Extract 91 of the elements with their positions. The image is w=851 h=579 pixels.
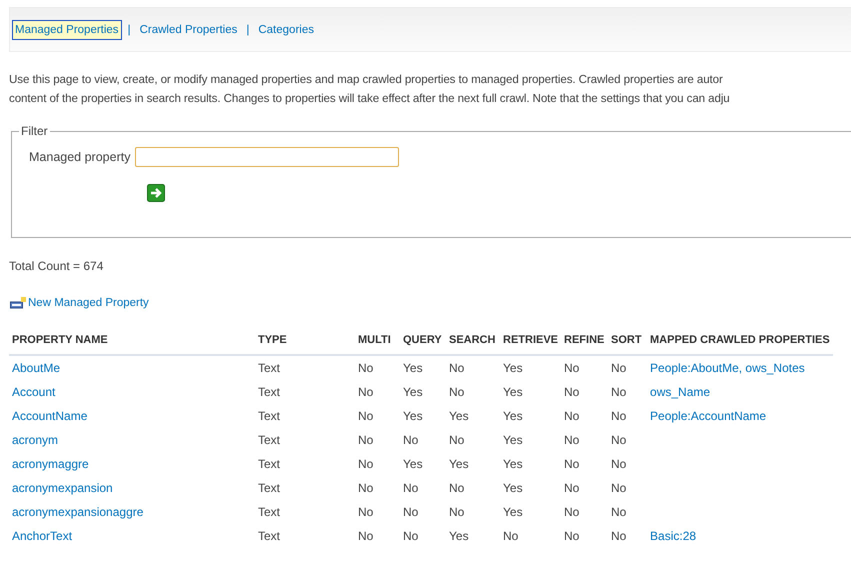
separator: | (246, 24, 250, 36)
table-cell: No (564, 409, 580, 423)
table-cell: No (449, 481, 464, 495)
table-cell: Text (258, 361, 280, 375)
description-text: content of the properties in search results. Changes to properties will take effect after the next full crawl. Note that the settings that you can adju (9, 91, 731, 107)
separator: | (128, 24, 131, 36)
table-cell: Yes (503, 409, 523, 423)
property-link[interactable]: AboutMe (12, 361, 60, 375)
table-cell: No (611, 505, 626, 519)
property-link[interactable]: AccountName (12, 409, 88, 423)
table-cell: Yes (449, 409, 469, 423)
table-cell: Yes (403, 457, 423, 471)
input-field[interactable] (135, 147, 400, 167)
table-cell: No (564, 529, 580, 543)
table-cell: No (358, 361, 374, 375)
table-cell: Yes (403, 385, 423, 399)
column-header: MAPPED CRAWLED PROPERTIES (647, 334, 833, 355)
table-cell: Yes (503, 457, 523, 471)
table-cell: No (403, 505, 418, 519)
new-property-link[interactable]: New Managed Property (10, 297, 149, 309)
description-text: Use this page to view, create, or modify managed properties and map crawled properties to managed properties. Crawled properties are autor (9, 72, 724, 88)
column-header: SORT (608, 334, 648, 355)
table-cell: No (611, 409, 626, 423)
column-header: SEARCH (446, 334, 500, 355)
table-cell: Text (258, 457, 280, 471)
nav-link[interactable]: Managed Properties (12, 20, 122, 40)
table-cell: No (564, 457, 580, 471)
table-cell: No (358, 481, 374, 495)
table-cell: Text (258, 385, 280, 399)
table-cell: No (564, 505, 580, 519)
field-label: Managed property (29, 150, 130, 164)
property-link[interactable]: acronymexpansionaggre (12, 505, 144, 519)
table-cell: No (449, 361, 464, 375)
table-cell: No (449, 433, 464, 447)
table-cell: No (358, 433, 374, 447)
table-cell: Text (258, 481, 280, 495)
property-link[interactable]: AnchorText (12, 529, 72, 543)
table-cell: No (611, 529, 626, 543)
table-cell: No (611, 433, 626, 447)
table-cell: Yes (449, 457, 469, 471)
crawled-property-link[interactable]: People:AboutMe, ows_Notes (650, 361, 805, 375)
table-cell: Yes (503, 361, 523, 375)
table-cell: No (611, 361, 626, 375)
filter-legend: Filter (19, 124, 50, 138)
table-cell: Yes (503, 481, 523, 495)
property-link[interactable]: Account (12, 385, 56, 399)
total-count: Total Count = 674 (9, 259, 104, 273)
go-button[interactable] (147, 184, 165, 202)
table-cell: No (564, 385, 580, 399)
table-cell: No (449, 385, 464, 399)
table-cell: Text (258, 409, 280, 423)
table-cell: No (564, 361, 580, 375)
table-cell: No (564, 481, 580, 495)
crawled-property-link[interactable]: ows_Name (650, 385, 710, 399)
table-cell: No (358, 409, 374, 423)
column-header: RETRIEVE (500, 334, 562, 355)
table-cell: Yes (503, 505, 523, 519)
table-cell: No (449, 505, 464, 519)
crawled-property-link[interactable]: Basic:28 (650, 529, 696, 543)
column-header: PROPERTY NAME (9, 334, 255, 355)
table-cell: No (358, 385, 374, 399)
table-cell: Text (258, 529, 280, 543)
nav-link[interactable]: Categories (255, 20, 317, 40)
table-cell: No (403, 481, 418, 495)
table-cell: No (358, 529, 374, 543)
property-link[interactable]: acronymaggre (12, 457, 89, 471)
column-header: MULTI (355, 334, 400, 355)
table-cell: No (611, 481, 626, 495)
table-cell: No (403, 529, 418, 543)
column-header: REFINE (561, 334, 608, 355)
column-header: QUERY (400, 334, 446, 355)
table-cell: Yes (449, 529, 469, 543)
table-cell: Yes (403, 361, 423, 375)
table-cell: No (403, 433, 418, 447)
property-link[interactable]: acronym (12, 433, 58, 447)
table-cell: No (358, 457, 374, 471)
table-cell: Text (258, 505, 280, 519)
table-cell: No (611, 385, 626, 399)
property-link[interactable]: acronymexpansion (12, 481, 113, 495)
new-item-icon (10, 297, 26, 309)
table-cell: No (564, 433, 580, 447)
table-cell: No (611, 457, 626, 471)
crawled-property-link[interactable]: People:AccountName (650, 409, 766, 423)
table-cell: Text (258, 433, 280, 447)
table-cell: No (503, 529, 518, 543)
table-cell: Yes (503, 433, 523, 447)
column-header: TYPE (255, 334, 355, 355)
table-cell: Yes (503, 385, 523, 399)
table-cell: Yes (403, 409, 423, 423)
table-cell: No (358, 505, 374, 519)
nav-link[interactable]: Crawled Properties (136, 20, 240, 40)
